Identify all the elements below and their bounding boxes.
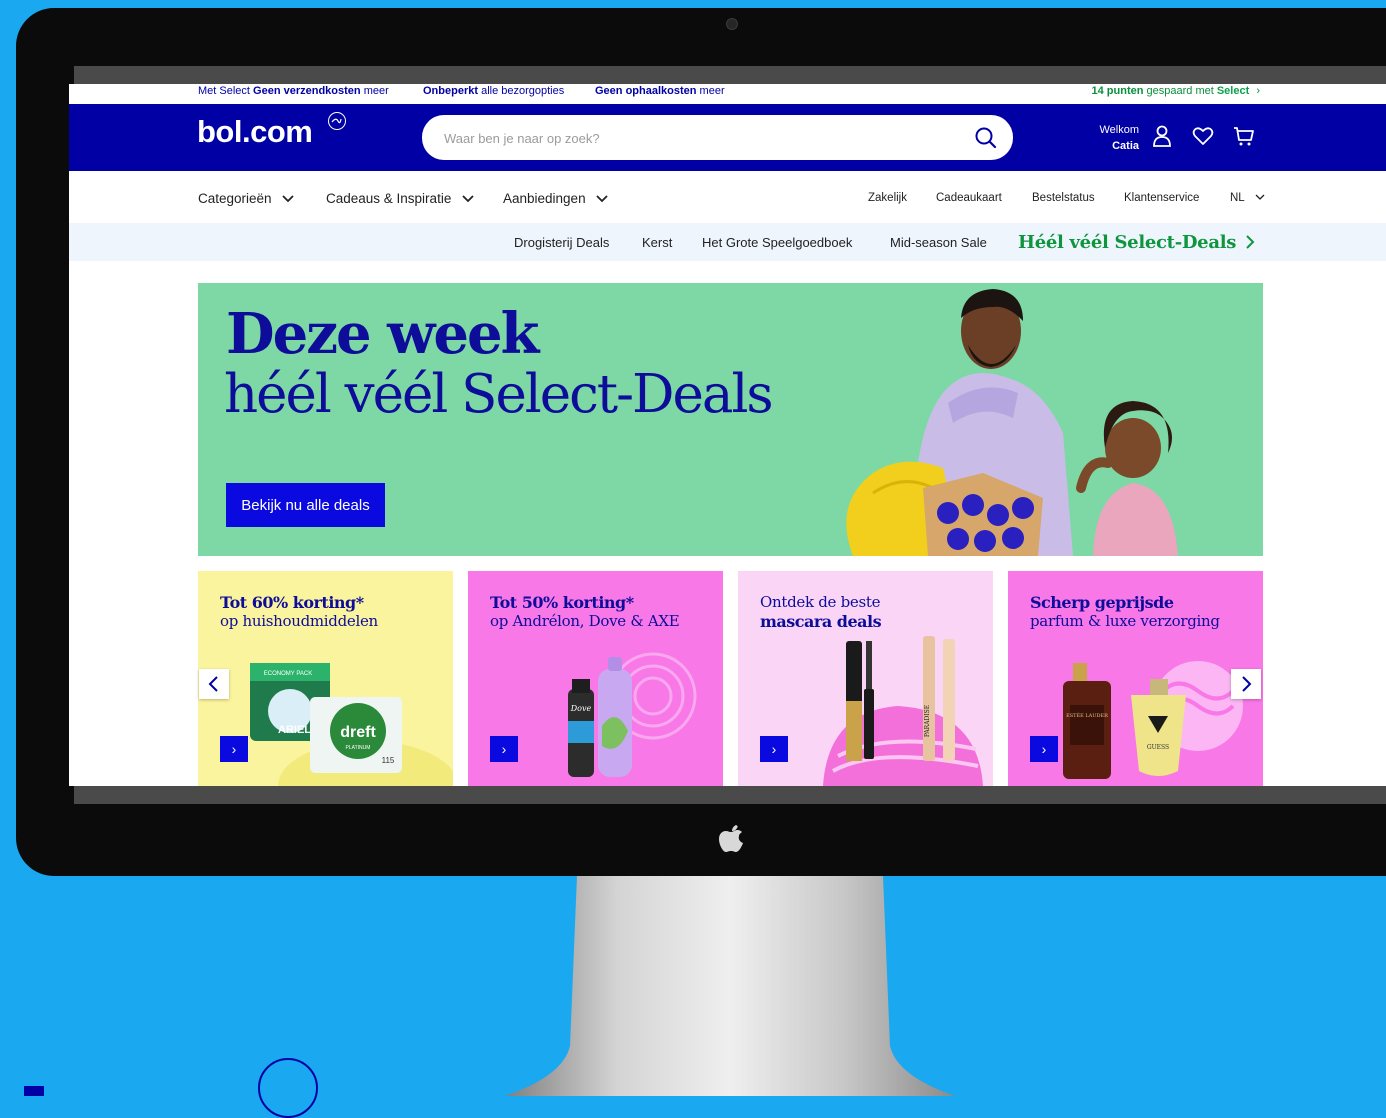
usp-select-prefix: Met Select bbox=[198, 85, 250, 97]
usp-delivery[interactable]: Onbeperkt alle bezorgopties bbox=[423, 85, 564, 97]
promo-card-personal-care[interactable]: Dove Tot 50% korting* op Andrélon, Dove … bbox=[468, 571, 723, 786]
usp-free-shipping[interactable]: Met Select Geen verzendkosten meer bbox=[198, 85, 389, 97]
chevron-right-icon: › bbox=[1256, 85, 1260, 97]
nav-business[interactable]: Zakelijk bbox=[868, 192, 907, 204]
mascara-brand-label: PARADISE bbox=[924, 705, 931, 737]
guess-label: GUESS bbox=[1147, 744, 1169, 751]
language-label: NL bbox=[1230, 192, 1245, 204]
usp-pickup[interactable]: Geen ophaalkosten meer bbox=[595, 85, 725, 97]
card-title: Tot 50% korting* bbox=[490, 593, 634, 612]
wishlist-heart-icon[interactable] bbox=[1191, 124, 1215, 148]
card-subtitle: op huishoudmiddelen bbox=[220, 612, 378, 630]
subnav-item[interactable]: Het Grote Speelgoedboek bbox=[702, 235, 852, 250]
user-name: Catia bbox=[1112, 140, 1139, 152]
promo-card-perfume[interactable]: ESTÉE LAUDER GUESS Scherp geprijsde parf… bbox=[1008, 571, 1263, 786]
card-subtitle: op Andrélon, Dove & AXE bbox=[490, 612, 680, 630]
search-input[interactable] bbox=[442, 126, 926, 150]
subnav-item[interactable]: Drogisterij Deals bbox=[514, 235, 609, 250]
nav-gift-card[interactable]: Cadeaukaart bbox=[936, 192, 1002, 204]
nav-order-status[interactable]: Bestelstatus bbox=[1032, 192, 1095, 204]
hero-banner[interactable]: Deze week héél véél Select-Deals Bekijk … bbox=[198, 283, 1263, 556]
dreft-sub-label: PLATINUM bbox=[346, 745, 371, 751]
chevron-down-icon bbox=[1256, 194, 1265, 200]
card-title: Tot 60% korting* bbox=[220, 593, 364, 612]
welcome-label: Welkom bbox=[1099, 124, 1139, 136]
promo-card-household[interactable]: ECONOMY PACK ARIEL dreft PLATINUM 115 To… bbox=[198, 571, 453, 786]
nav-gifts-label: Cadeaus & Inspiratie bbox=[326, 191, 452, 206]
main-nav: Categorieën Cadeaus & Inspiratie Aanbied… bbox=[69, 171, 1386, 223]
dreft-count-label: 115 bbox=[382, 756, 395, 765]
nav-categories[interactable]: Categorieën bbox=[198, 191, 295, 206]
chevron-left-icon bbox=[208, 676, 218, 692]
card-arrow-button[interactable]: › bbox=[490, 736, 518, 762]
usp-delivery-rest: alle bezorgopties bbox=[481, 85, 565, 97]
search-icon[interactable] bbox=[971, 123, 1001, 153]
select-points-link[interactable]: 14 punten gespaard met Select › bbox=[1092, 85, 1261, 97]
dreft-label: dreft bbox=[340, 724, 376, 741]
account-greeting[interactable]: Welkom Catia bbox=[1089, 122, 1139, 154]
family-with-gift-image bbox=[846, 289, 1178, 556]
browser-screen: Met Select Geen verzendkosten meer Onbep… bbox=[69, 84, 1386, 786]
points-count: 14 punten bbox=[1091, 85, 1144, 97]
estee-label: ESTÉE LAUDER bbox=[1066, 711, 1108, 719]
search-bar bbox=[422, 115, 1013, 160]
card-arrow-button[interactable]: › bbox=[1030, 736, 1058, 762]
usp-pickup-rest: meer bbox=[699, 85, 725, 97]
screen-edge-top bbox=[74, 66, 1386, 84]
brand-square bbox=[24, 1086, 44, 1096]
dove-label: Dove bbox=[570, 704, 592, 713]
monitor-stand bbox=[505, 876, 955, 1096]
usp-pickup-bold: Geen ophaalkosten bbox=[595, 85, 697, 97]
language-select[interactable]: NL bbox=[1230, 192, 1265, 204]
card-title: mascara deals bbox=[760, 612, 882, 631]
logo-smile-icon bbox=[328, 112, 346, 130]
ariel-label: ARIEL bbox=[278, 724, 311, 736]
chevron-right-icon[interactable] bbox=[1245, 234, 1255, 250]
nav-offers-label: Aanbiedingen bbox=[503, 191, 586, 206]
usp-shipping-bold: Geen verzendkosten bbox=[253, 85, 361, 97]
points-select-label: Select bbox=[1216, 85, 1250, 97]
hero-title: Deze week bbox=[226, 301, 539, 367]
nav-categories-label: Categorieën bbox=[198, 191, 272, 206]
subnav-item[interactable]: Mid-season Sale bbox=[890, 235, 987, 250]
chevron-down-icon bbox=[282, 195, 294, 203]
carousel-next-button[interactable] bbox=[1231, 669, 1261, 699]
screen-edge-bottom bbox=[74, 786, 1386, 804]
select-deals-link[interactable]: Héél véél Select-Deals bbox=[1018, 232, 1236, 253]
ariel-pack-label: ECONOMY PACK bbox=[264, 671, 312, 677]
carousel-prev-button[interactable] bbox=[199, 669, 229, 699]
promo-nav: Drogisterij Deals Kerst Het Grote Speelg… bbox=[69, 223, 1386, 261]
select-smile-logo-icon bbox=[258, 1058, 318, 1118]
cart-icon[interactable] bbox=[1232, 124, 1256, 148]
nav-customer-service[interactable]: Klantenservice bbox=[1124, 192, 1199, 204]
promo-card-mascara[interactable]: PARADISE Ontdek de beste mascara deals › bbox=[738, 571, 993, 786]
view-all-deals-button[interactable]: Bekijk nu alle deals bbox=[226, 483, 385, 527]
points-text: gespaard met bbox=[1146, 85, 1214, 97]
card-subtitle: parfum & luxe verzorging bbox=[1030, 612, 1220, 630]
card-title: Scherp geprijsde bbox=[1030, 593, 1174, 612]
nav-gifts[interactable]: Cadeaus & Inspiratie bbox=[326, 191, 475, 206]
card-arrow-button[interactable]: › bbox=[220, 736, 248, 762]
subnav-item[interactable]: Kerst bbox=[642, 235, 672, 250]
usp-delivery-bold: Onbeperkt bbox=[423, 85, 479, 97]
chevron-down-icon bbox=[462, 195, 474, 203]
card-arrow-button[interactable]: › bbox=[760, 736, 788, 762]
bol-logo[interactable]: bol.com bbox=[197, 114, 313, 150]
webcam bbox=[726, 18, 738, 30]
site-header: bol.com Welkom Catia bbox=[69, 104, 1386, 171]
hero-subtitle: héél véél Select-Deals bbox=[224, 364, 774, 425]
nav-offers[interactable]: Aanbiedingen bbox=[503, 191, 609, 206]
chevron-down-icon bbox=[596, 195, 608, 203]
usp-shipping-rest: meer bbox=[363, 85, 389, 97]
chevron-right-icon bbox=[1242, 676, 1252, 692]
apple-logo-icon bbox=[716, 822, 746, 856]
card-subtitle: Ontdek de beste bbox=[760, 593, 881, 611]
account-icon[interactable] bbox=[1150, 124, 1174, 148]
usp-bar: Met Select Geen verzendkosten meer Onbep… bbox=[69, 84, 1386, 104]
